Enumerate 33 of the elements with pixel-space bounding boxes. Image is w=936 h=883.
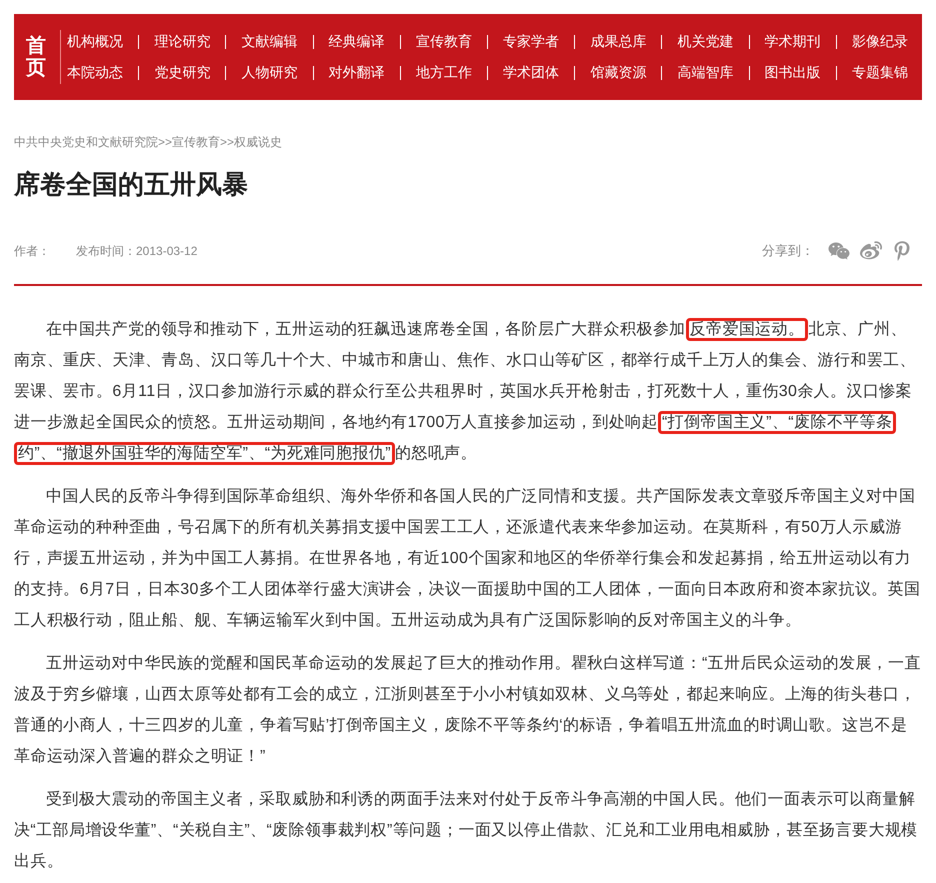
nav-link[interactable]: 影像纪录 (850, 31, 910, 52)
nav-link[interactable]: 馆藏资源 (588, 62, 648, 83)
paragraph: 中国人民的反帝斗争得到国际革命组织、海外华侨和各国人民的广泛同情和支援。共产国际发表文章驳斥帝国主义对中国革命运动的种种歪曲，号召属下的所有机关募捐支援中国罢工工人，还派遣代表来华参加运动。在莫斯科，有50万人示威游行，声援五卅运动，并为中国工人募捐。在世界各地，有近100个国家和地区的华侨举行集会和发起募捐，给五卅运动以有力的支持。6月7日，日本30多个工人团体举行盛大演讲会，决议一面援助中国的工人团体，一面向日本政府和资本家抗议。英国工人积极行动，阻止船、舰、车辆运输军火到中国。五卅运动成为具有广泛国际影响的反对帝国主义的斗争。 (14, 486, 922, 631)
nav-link[interactable]: 经典编译 (326, 31, 387, 52)
wechat-icon[interactable] (828, 240, 850, 262)
nav-link[interactable]: 高端智库 (675, 62, 736, 83)
author-label: 作者： (14, 243, 50, 260)
nav-link[interactable]: 机构概况 (65, 31, 126, 52)
weibo-icon[interactable] (860, 240, 882, 262)
paragraph: 受到极大震动的帝国主义者，采取威胁和利诱的两面手法来对付处于反帝斗争高潮的中国人民。他们一面表示可以商量解决“工部局增设华董”、“关税自主”、“废除领事裁判权”等问题；一面又以停止借款、汇兑和工业用电相威胁，甚至扬言要大规模出兵。 (14, 790, 919, 872)
paragraph: 五卅运动对中华民族的觉醒和国民革命运动的发展起了巨大的推动作用。瞿秋白这样写道：“五卅后民众运动的发展，一直波及于穷乡僻壤，山西太原等处都有工会的成立，江浙则甚至于小小村镇如双林、义乌等处，都起来响应。上海的街头巷口，普通的小商人，十三四岁的儿童，争着写贴’打倒帝国主义，废除不平等条约‘的标语，争着唱五卅流血的时调山歌。这岂不是革命运动深入普遍的群众之明证！” (14, 654, 922, 767)
breadcrumb[interactable]: 中共中央党史和文献研究院>>宣传教育>>权威说史 (14, 133, 922, 151)
nav-link[interactable]: 文献编辑 (239, 31, 300, 52)
nav-link[interactable]: 图书出版 (762, 62, 823, 83)
nav-link[interactable]: 理论研究 (152, 31, 212, 52)
pinterest-icon[interactable] (892, 241, 912, 261)
nav-link[interactable]: 宣传教育 (414, 31, 474, 52)
article-title: 席卷全国的五卅风暴 (14, 168, 249, 201)
nav-link[interactable]: 本院动态 (65, 62, 126, 83)
nav-link[interactable]: 机关党建 (675, 31, 736, 52)
nav-link[interactable]: 对外翻译 (326, 62, 387, 83)
nav-link[interactable]: 专家学者 (501, 31, 562, 52)
share-label: 分享到： (762, 242, 814, 260)
nav-link[interactable]: 地方工作 (414, 62, 474, 83)
nav-link[interactable]: 专题集锦 (850, 62, 910, 83)
nav-link[interactable]: 人物研究 (239, 62, 300, 83)
paragraph: 在中国共产党的领导和推动下，五卅运动的狂飙迅速席卷全国，各阶层广大群众积极参加 反帝爱国运动。 北京、广州、南京、重庆、天津、青岛、汉口等几十个大、中城市和唐山、焦作、水口山等矿区，都举行成千上万人的集会、游行和罢工、罢课、罢市。6月11日，汉口参加游行示威的群众行至公共租界时，英国水兵开枪射击，打死数十人，重伤30余人。汉口惨案进一步激起全国民众的愤怒。五卅运动期间，各地约有1700万人直接参加运动，到处响起 “打倒帝国主义”、“废除不平等条约”、“撤退外国驻华的海陆空军”、“为死难同胞报仇” 的怒吼声。 (14, 314, 922, 469)
publish-date: 发布时间：2013-03-12 (76, 243, 198, 260)
nav-link[interactable]: 学术团体 (501, 62, 562, 83)
nav-link[interactable]: 党史研究 (152, 62, 212, 83)
home-link[interactable]: 首页 (26, 35, 46, 79)
nav-link[interactable]: 成果总库 (588, 31, 648, 52)
nav-link[interactable]: 学术期刊 (762, 31, 823, 52)
